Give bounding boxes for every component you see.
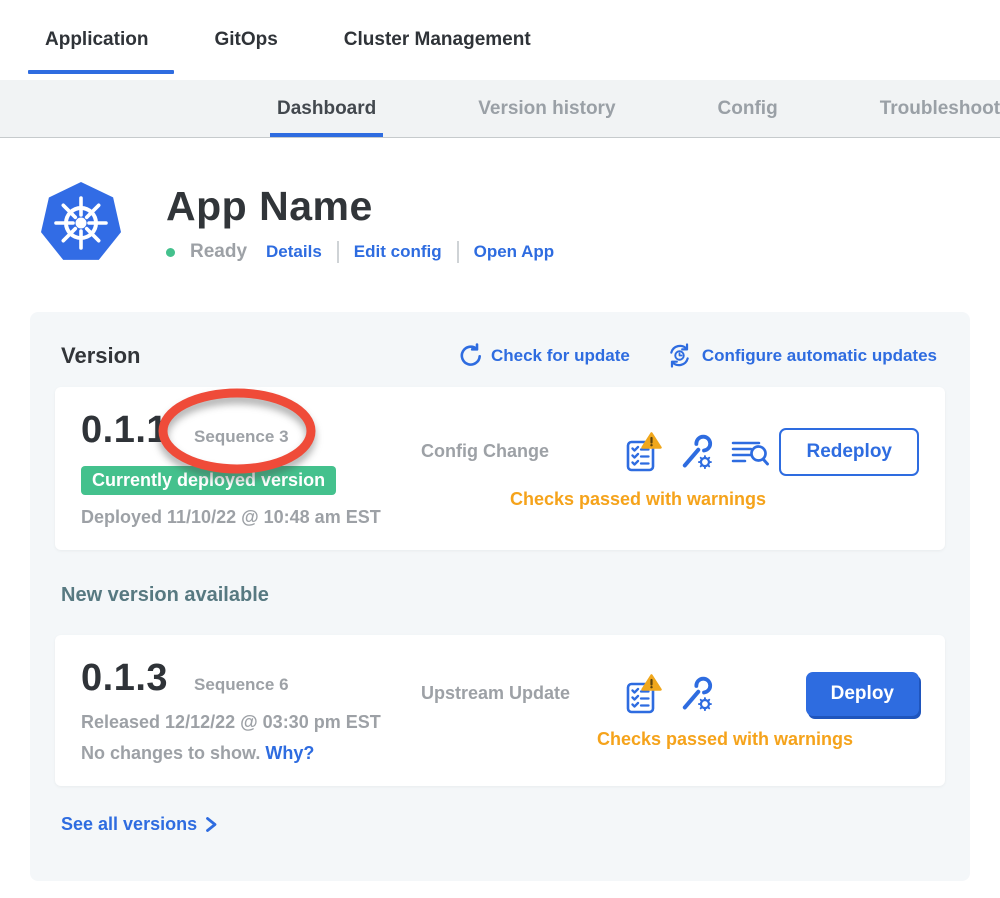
currently-deployed-badge: Currently deployed version xyxy=(81,466,336,495)
config-wrench-icon[interactable] xyxy=(677,433,715,471)
changes-note-text: No changes to show. xyxy=(81,743,260,763)
details-link[interactable]: Details xyxy=(266,242,322,262)
tab-version-history[interactable]: Version history xyxy=(471,80,622,137)
status-badge: Ready xyxy=(190,241,247,263)
gear-icon xyxy=(699,456,711,468)
top-nav: Application GitOps Cluster Management xyxy=(0,0,1000,80)
available-version-info: 0.1.3 Sequence 6 Released 12/12/22 @ 03:… xyxy=(81,657,421,764)
available-version-row: 0.1.3 Sequence 6 xyxy=(81,657,421,700)
deployed-actions-row: Config Change xyxy=(421,428,919,476)
app-header: App Name Ready Details Edit config Open … xyxy=(38,180,1000,266)
redeploy-button[interactable]: Redeploy xyxy=(779,428,919,476)
deployed-status-icons xyxy=(625,432,770,472)
available-status-icons xyxy=(625,674,715,714)
preflight-checks-icon[interactable] xyxy=(625,674,662,714)
new-version-heading: New version available xyxy=(61,584,945,607)
changes-note: No changes to show. Why? xyxy=(81,743,421,764)
version-panel-actions: Check for update Configure automatic upd… xyxy=(457,342,937,369)
tab-gitops[interactable]: GitOps xyxy=(205,0,286,80)
why-link[interactable]: Why? xyxy=(265,743,314,763)
configure-automatic-updates-link[interactable]: Configure automatic updates xyxy=(666,342,937,369)
open-app-link[interactable]: Open App xyxy=(474,242,555,262)
available-checks-status: Checks passed with warnings xyxy=(421,729,919,750)
deployed-version-row: 0.1.1 Sequence 3 xyxy=(81,409,421,452)
deployed-version-sequence: Sequence 3 xyxy=(194,427,289,447)
version-panel-header: Version Check for update Configure xyxy=(55,338,945,369)
tab-troubleshoot[interactable]: Troubleshoot xyxy=(873,80,1000,137)
config-wrench-icon[interactable] xyxy=(677,675,715,713)
released-timestamp: Released 12/12/22 @ 03:30 pm EST xyxy=(81,712,421,733)
version-panel: Version Check for update Configure xyxy=(30,312,970,881)
version-section-title: Version xyxy=(61,343,140,369)
deployed-version-number: 0.1.1 xyxy=(81,409,168,452)
available-version-sequence: Sequence 6 xyxy=(194,675,289,695)
see-all-versions-link[interactable]: See all versions xyxy=(61,814,218,835)
kubernetes-logo-icon xyxy=(38,180,124,266)
app-status-row: Ready Details Edit config Open App xyxy=(166,241,554,263)
status-dot-icon xyxy=(166,248,175,257)
available-actions-row: Upstream Update xyxy=(421,672,919,716)
available-source-label: Upstream Update xyxy=(421,683,621,704)
deployed-version-info: 0.1.1 Sequence 3 Currently deployed vers… xyxy=(81,409,421,528)
available-version-actions: Upstream Update xyxy=(421,657,919,764)
preflight-checks-icon[interactable] xyxy=(625,432,662,472)
page-title: App Name xyxy=(166,183,554,230)
refresh-icon xyxy=(457,343,482,368)
available-version-card: 0.1.3 Sequence 6 Released 12/12/22 @ 03:… xyxy=(55,635,945,786)
deploy-button[interactable]: Deploy xyxy=(806,672,919,716)
view-diff-icon[interactable] xyxy=(730,436,770,468)
chevron-right-icon xyxy=(205,816,218,833)
tab-cluster-management[interactable]: Cluster Management xyxy=(335,0,540,80)
deployed-version-card: 0.1.1 Sequence 3 Currently deployed vers… xyxy=(55,387,945,550)
deployed-timestamp: Deployed 11/10/22 @ 10:48 am EST xyxy=(81,507,421,528)
configure-automatic-updates-label: Configure automatic updates xyxy=(702,346,937,366)
sub-nav: Dashboard Version history Config Trouble… xyxy=(0,80,1000,138)
check-for-update-link[interactable]: Check for update xyxy=(457,343,630,368)
available-version-number: 0.1.3 xyxy=(81,657,168,700)
tab-application[interactable]: Application xyxy=(36,0,157,80)
warning-triangle-icon xyxy=(643,675,661,689)
gear-icon xyxy=(699,698,711,710)
deployed-version-actions: Config Change xyxy=(421,409,919,528)
check-for-update-label: Check for update xyxy=(491,346,630,366)
deployed-checks-status: Checks passed with warnings xyxy=(421,489,779,510)
edit-config-link[interactable]: Edit config xyxy=(354,242,442,262)
deployed-source-label: Config Change xyxy=(421,441,621,462)
divider xyxy=(337,241,339,263)
see-all-versions-label: See all versions xyxy=(61,814,197,835)
divider xyxy=(457,241,459,263)
auto-update-clock-icon xyxy=(666,342,693,369)
app-header-text: App Name Ready Details Edit config Open … xyxy=(166,183,554,263)
warning-triangle-icon xyxy=(643,433,661,447)
tab-config[interactable]: Config xyxy=(711,80,785,137)
tab-dashboard[interactable]: Dashboard xyxy=(270,80,383,137)
